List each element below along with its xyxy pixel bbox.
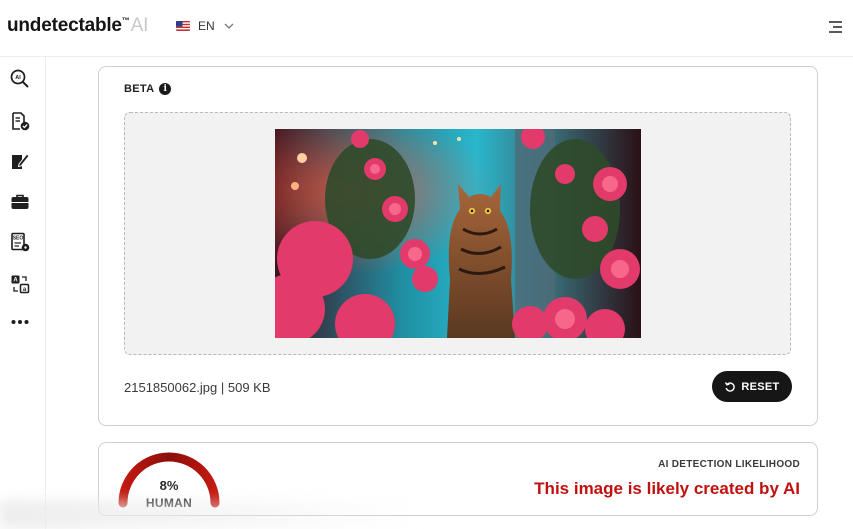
us-flag-icon xyxy=(176,21,190,31)
language-selector[interactable]: EN xyxy=(176,19,235,33)
reset-label: RESET xyxy=(741,380,780,393)
reset-button[interactable]: RESET xyxy=(712,371,792,402)
document-check-icon[interactable] xyxy=(10,111,30,131)
svg-text:SEO: SEO xyxy=(13,236,24,242)
logo[interactable]: undetectable™AI xyxy=(7,15,148,37)
sidebar: AI SEO A a xyxy=(0,57,46,529)
info-icon[interactable]: i xyxy=(159,83,172,95)
svg-text:AI: AI xyxy=(15,75,21,81)
reset-icon xyxy=(725,381,736,392)
file-info: 2151850062.jpg | 509 KB xyxy=(124,380,271,395)
logo-text: undetectable xyxy=(7,15,122,36)
logo-ai: AI xyxy=(130,15,149,36)
beta-label: BETA i xyxy=(124,83,172,95)
verdict-text: This image is likely created by AI xyxy=(534,479,800,498)
beta-text: BETA xyxy=(124,83,155,95)
detection-result-card: 8% HUMAN AI DETECTION LIKELIHOOD This im… xyxy=(98,442,818,516)
likelihood-heading: AI DETECTION LIKELIHOOD xyxy=(658,459,800,470)
svg-text:A: A xyxy=(13,278,18,284)
likelihood-gauge: 8% HUMAN xyxy=(115,451,223,510)
ai-detector-icon[interactable]: AI xyxy=(10,69,30,89)
hamburger-menu-icon[interactable] xyxy=(826,19,844,35)
top-bar: undetectable™AI EN xyxy=(0,0,853,57)
human-percentage: 8% xyxy=(159,478,179,493)
briefcase-icon[interactable] xyxy=(10,192,30,212)
language-code: EN xyxy=(198,19,215,33)
uploaded-image-preview xyxy=(275,129,641,338)
image-upload-card: BETA i 2151850062.jpg | 509 KB RESET xyxy=(98,66,818,426)
chevron-down-icon xyxy=(224,23,234,29)
logo-trademark: ™ xyxy=(121,16,130,25)
more-icon[interactable] xyxy=(10,312,30,332)
image-dropzone[interactable] xyxy=(124,112,791,355)
edit-document-icon[interactable] xyxy=(10,151,30,171)
gauge-label: HUMAN xyxy=(145,496,193,510)
translate-icon[interactable]: A a xyxy=(10,274,30,294)
seo-document-icon[interactable]: SEO xyxy=(10,232,30,252)
